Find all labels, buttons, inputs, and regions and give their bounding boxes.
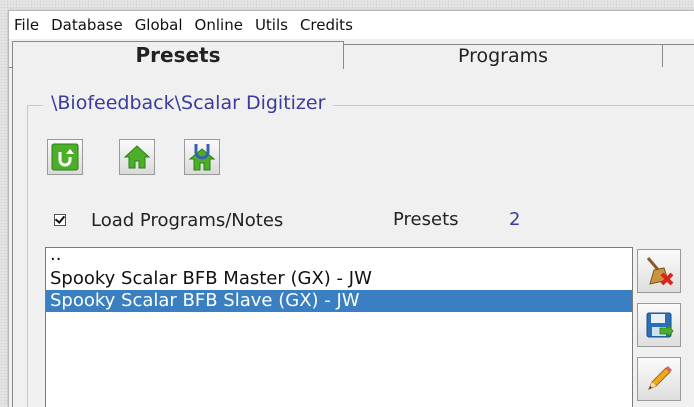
list-item[interactable]: Spooky Scalar BFB Master (GX) - JW (46, 268, 632, 290)
home-up-icon (188, 144, 216, 171)
folder-path: \Biofeedback\Scalar Digitizer (43, 89, 334, 117)
load-programs-option[interactable]: Load Programs/Notes (54, 207, 283, 233)
app-window: File Database Global Online Utils Credit… (8, 10, 694, 407)
home-up-button[interactable] (184, 139, 220, 175)
refresh-icon (51, 143, 79, 171)
presets-count-label: Presets (393, 209, 459, 230)
tab-more[interactable] (662, 44, 694, 67)
load-programs-checkbox[interactable] (54, 214, 66, 226)
menu-database[interactable]: Database (45, 11, 129, 39)
menu-bar: File Database Global Online Utils Credit… (9, 11, 694, 39)
home-button[interactable] (119, 139, 155, 175)
list-item-selected[interactable]: Spooky Scalar BFB Slave (GX) - JW (46, 290, 632, 312)
refresh-button[interactable] (47, 139, 83, 175)
menu-global[interactable]: Global (129, 11, 189, 39)
menu-online[interactable]: Online (189, 11, 249, 39)
tab-programs[interactable]: Programs (343, 44, 663, 67)
menu-utils[interactable]: Utils (249, 11, 294, 39)
list-item-parent-dir[interactable]: .. (46, 246, 632, 268)
edit-button[interactable] (637, 357, 681, 401)
load-programs-label: Load Programs/Notes (91, 209, 284, 231)
presets-list[interactable]: .. Spooky Scalar BFB Master (GX) - JW Sp… (45, 246, 633, 407)
delete-broom-icon (646, 257, 674, 286)
menu-file[interactable]: File (9, 11, 45, 39)
delete-button[interactable] (637, 249, 681, 293)
edit-pencil-icon (648, 366, 672, 390)
home-icon (123, 145, 151, 169)
save-button[interactable] (637, 303, 681, 347)
tab-presets[interactable]: Presets (12, 41, 344, 69)
presets-count-value: 2 (509, 209, 521, 230)
save-icon (646, 312, 674, 339)
menu-credits[interactable]: Credits (294, 11, 359, 39)
